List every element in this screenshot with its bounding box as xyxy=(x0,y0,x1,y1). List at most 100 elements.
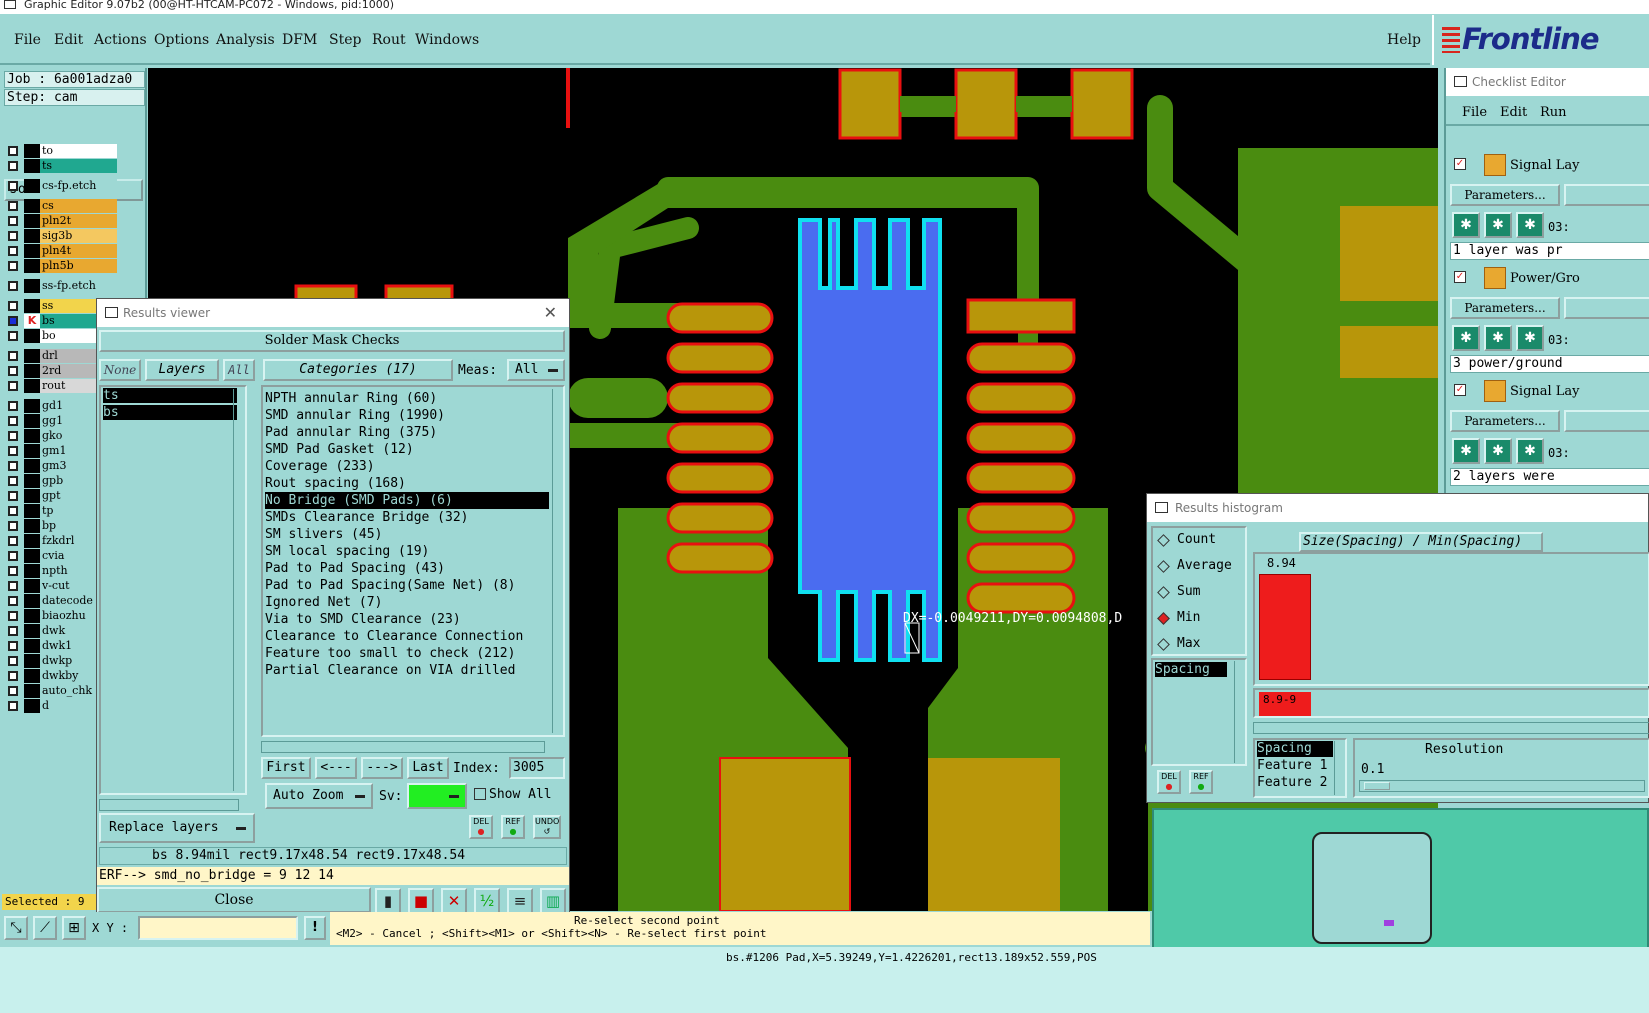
list-item[interactable]: bs xyxy=(103,405,237,420)
menu-dfm[interactable]: DFM xyxy=(282,32,317,48)
measure-icon[interactable]: ⟋ xyxy=(33,916,57,940)
section-extra-button[interactable] xyxy=(1564,410,1649,432)
layer-row[interactable]: pln2t xyxy=(4,214,117,228)
layer-checkbox[interactable] xyxy=(8,281,18,291)
layer-checkbox[interactable] xyxy=(8,551,18,561)
none-button[interactable]: None xyxy=(99,359,141,381)
category-item[interactable]: Ignored Net (7) xyxy=(265,594,549,611)
section-checkbox[interactable]: ✓ xyxy=(1454,384,1466,396)
undo-button[interactable]: UNDO ↺ xyxy=(533,815,561,839)
h-scrollbar[interactable] xyxy=(99,799,239,811)
layer-checkbox[interactable] xyxy=(8,401,18,411)
layer-checkbox[interactable] xyxy=(8,416,18,426)
layer-checkbox[interactable] xyxy=(8,671,18,681)
run-icon[interactable]: ✱ xyxy=(1452,438,1480,464)
menu-options[interactable]: Options xyxy=(154,32,209,48)
layer-checkbox[interactable] xyxy=(8,656,18,666)
ce-menu-run[interactable]: Run xyxy=(1540,105,1567,120)
layer-checkbox[interactable] xyxy=(8,446,18,456)
layer-checkbox[interactable] xyxy=(8,461,18,471)
meas-dropdown[interactable]: All xyxy=(507,359,565,381)
parameters-button[interactable]: Parameters... xyxy=(1450,410,1560,432)
layer-checkbox[interactable] xyxy=(8,161,18,171)
layer-checkbox[interactable] xyxy=(8,216,18,226)
ref-button[interactable]: REF ● xyxy=(1189,770,1213,794)
category-item[interactable]: NPTH annular Ring (60) xyxy=(265,390,549,407)
list-item[interactable]: ts xyxy=(103,388,237,403)
category-item[interactable]: Coverage (233) xyxy=(265,458,549,475)
del-button[interactable]: DEL ● xyxy=(1157,770,1181,794)
categories-list[interactable]: NPTH annular Ring (60) SMD annular Ring (… xyxy=(261,385,565,737)
category-item[interactable]: Pad to Pad Spacing (43) xyxy=(265,560,549,577)
feature-item[interactable]: Spacing xyxy=(1257,741,1333,757)
layer-row[interactable]: to xyxy=(4,144,117,158)
highlight-icon[interactable]: ▮ xyxy=(375,888,401,914)
run-icon[interactable]: ✱ xyxy=(1484,438,1512,464)
layer-checkbox[interactable] xyxy=(8,641,18,651)
layer-checkbox[interactable] xyxy=(8,316,18,326)
category-item[interactable]: Via to SMD Clearance (23) xyxy=(265,611,549,628)
h-scrollbar[interactable] xyxy=(1253,722,1649,734)
ce-menu-file[interactable]: File xyxy=(1462,105,1487,120)
layer-checkbox[interactable] xyxy=(8,476,18,486)
parameters-button[interactable]: Parameters... xyxy=(1450,297,1560,319)
layer-checkbox[interactable] xyxy=(8,521,18,531)
sv-color-dropdown[interactable] xyxy=(407,783,467,809)
scrollbar[interactable] xyxy=(1334,741,1344,795)
results-histogram-titlebar[interactable]: Results histogram xyxy=(1147,494,1648,522)
layer-checkbox[interactable] xyxy=(8,201,18,211)
grid-icon[interactable]: ⊞ xyxy=(62,916,86,940)
option-min[interactable]: Min xyxy=(1157,610,1243,630)
run-icon[interactable]: ✱ xyxy=(1516,212,1544,238)
layer-checkbox[interactable] xyxy=(8,536,18,546)
category-item[interactable]: Pad annular Ring (375) xyxy=(265,424,549,441)
category-item[interactable]: SMDs Clearance Bridge (32) xyxy=(265,509,549,526)
layer-row[interactable]: cs-fp.etch xyxy=(4,179,117,193)
xy-input[interactable] xyxy=(138,916,298,940)
layer-checkbox[interactable] xyxy=(8,506,18,516)
category-item[interactable]: Clearance to Clearance Connection xyxy=(265,628,549,645)
spacing-list[interactable]: Spacing xyxy=(1151,658,1247,766)
list-icon[interactable]: ≡ xyxy=(507,888,533,914)
feature-item[interactable]: Feature 1 xyxy=(1257,758,1333,774)
all-button[interactable]: All xyxy=(223,359,255,381)
index-input[interactable]: 3005 xyxy=(509,757,565,779)
scrollbar[interactable] xyxy=(1234,661,1244,763)
layer-checkbox[interactable] xyxy=(8,701,18,711)
number-icon[interactable]: ½ xyxy=(474,888,500,914)
layer-result-list[interactable]: ts bs xyxy=(99,385,247,795)
menu-windows[interactable]: Windows xyxy=(415,32,479,48)
layer-row[interactable]: ss-fp.etch xyxy=(4,279,117,293)
run-icon[interactable]: ✱ xyxy=(1452,325,1480,351)
menu-step[interactable]: Step xyxy=(329,32,361,48)
layer-checkbox[interactable] xyxy=(8,366,18,376)
delete-all-icon[interactable]: ✕ xyxy=(441,888,467,914)
run-icon[interactable]: ✱ xyxy=(1484,212,1512,238)
ce-menu-edit[interactable]: Edit xyxy=(1500,105,1527,120)
layers-button[interactable]: Layers xyxy=(145,359,219,381)
layer-row[interactable]: cs xyxy=(4,199,117,213)
layer-checkbox[interactable] xyxy=(8,581,18,591)
categories-button[interactable]: Categories (17) xyxy=(263,359,453,381)
option-average[interactable]: Average xyxy=(1157,558,1243,578)
run-icon[interactable]: ✱ xyxy=(1516,325,1544,351)
category-item[interactable]: Partial Clearance on VIA drilled xyxy=(265,662,549,679)
category-item[interactable]: SMD Pad Gasket (12) xyxy=(265,441,549,458)
option-sum[interactable]: Sum xyxy=(1157,584,1243,604)
solder-mask-checks-header[interactable]: Solder Mask Checks xyxy=(99,330,565,352)
layer-checkbox[interactable] xyxy=(8,331,18,341)
layer-checkbox[interactable] xyxy=(8,431,18,441)
layer-checkbox[interactable] xyxy=(8,566,18,576)
first-button[interactable]: First xyxy=(261,757,311,779)
list-item[interactable]: Spacing xyxy=(1155,662,1227,677)
category-item[interactable]: SM slivers (45) xyxy=(265,526,549,543)
category-item[interactable]: SM local spacing (19) xyxy=(265,543,549,560)
layer-checkbox[interactable] xyxy=(8,261,18,271)
replace-layers-dropdown[interactable]: Replace layers xyxy=(99,813,255,843)
layer-checkbox[interactable] xyxy=(8,491,18,501)
next-button[interactable]: ---> xyxy=(361,757,403,779)
run-icon[interactable]: ✱ xyxy=(1484,325,1512,351)
show-all-checkbox[interactable] xyxy=(474,788,486,800)
histogram-bar[interactable] xyxy=(1259,574,1311,680)
menu-help[interactable]: Help xyxy=(1387,32,1421,48)
